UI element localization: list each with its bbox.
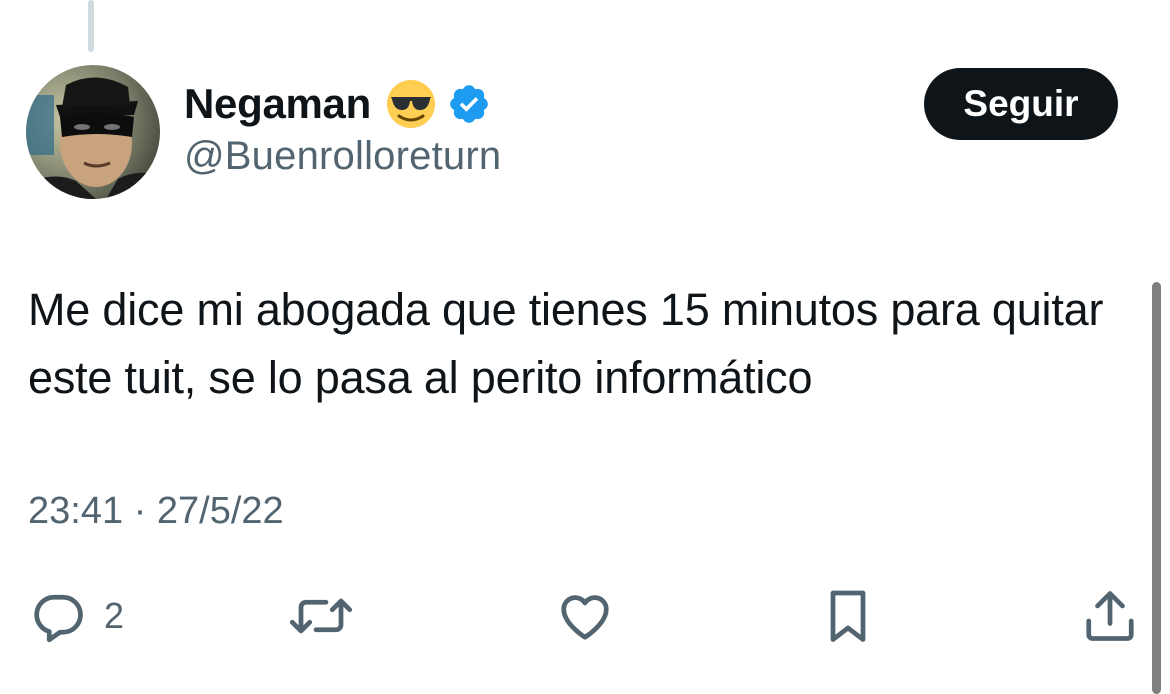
tweet-actions-bar: 2 <box>0 584 1170 654</box>
retweet-button[interactable] <box>288 584 354 648</box>
sunglasses-emoji-icon <box>385 78 437 130</box>
bookmark-button[interactable] <box>818 584 878 648</box>
tweet-text: Me dice mi abogada que tienes 15 minutos… <box>28 284 1104 403</box>
reply-count: 2 <box>104 595 125 636</box>
reply-icon <box>34 594 83 643</box>
author-name-row: Negaman <box>184 74 491 134</box>
scrollbar[interactable] <box>1152 282 1161 694</box>
author-display-name[interactable]: Negaman <box>184 80 371 128</box>
bookmark-icon <box>830 590 866 642</box>
retweet-icon <box>289 598 353 634</box>
avatar[interactable] <box>26 65 160 199</box>
like-button[interactable] <box>554 584 616 648</box>
author-handle[interactable]: @Buenrolloreturn <box>184 134 501 179</box>
verified-badge-icon[interactable] <box>447 82 491 126</box>
like-icon <box>561 595 609 640</box>
thread-connector-line <box>88 0 94 52</box>
tweet-timestamp[interactable]: 23:41 · 27/5/22 <box>28 490 284 533</box>
follow-button[interactable]: Seguir <box>924 68 1118 140</box>
share-icon <box>1086 591 1134 641</box>
share-button[interactable] <box>1080 584 1140 648</box>
reply-button[interactable]: 2 <box>28 584 124 648</box>
